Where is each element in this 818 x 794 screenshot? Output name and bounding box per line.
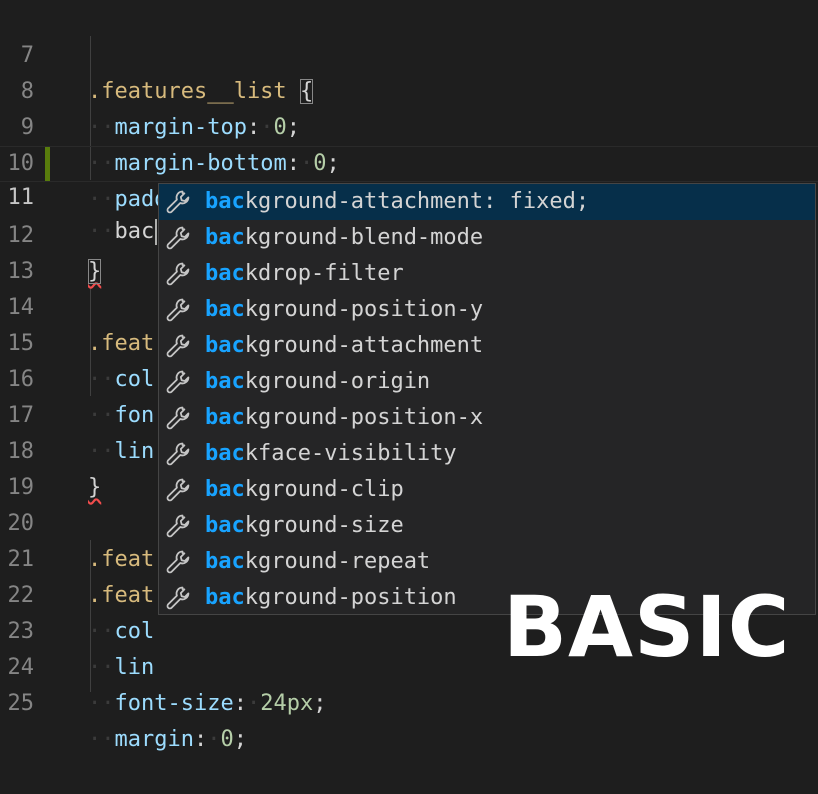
suggestion-item[interactable]: backdrop-filter: [159, 256, 815, 292]
suggestion-match: bac: [205, 513, 245, 538]
code-editor[interactable]: 7 .features__list { 8 ··margin-top:·0; 9…: [0, 0, 818, 752]
css-value: 24px: [260, 691, 314, 716]
wrench-icon: [165, 477, 191, 503]
suggestion-match: bac: [205, 585, 245, 610]
suggestion-label: background-position: [205, 580, 457, 616]
code-line[interactable]: 8 ··margin-top:·0;: [0, 38, 818, 140]
suggestion-rest: kground-repeat: [244, 549, 431, 574]
suggestion-rest: kground-position-y: [244, 297, 484, 322]
suggestion-label: backdrop-filter: [205, 256, 404, 292]
suggestion-match: bac: [205, 189, 245, 214]
suggestion-match: bac: [205, 297, 245, 322]
wrench-icon: [165, 297, 191, 323]
suggestion-match: bac: [205, 549, 245, 574]
suggestion-match: bac: [205, 225, 245, 250]
suggestion-label: background-repeat: [205, 544, 430, 580]
wrench-icon: [165, 225, 191, 251]
suggestion-item[interactable]: background-origin: [159, 364, 815, 400]
suggestion-rest: kground-position-x: [244, 405, 484, 430]
css-property: font-size: [114, 691, 234, 716]
wrench-icon: [165, 441, 191, 467]
suggestion-item[interactable]: background-attachment: fixed;: [159, 184, 815, 220]
suggestion-label: backface-visibility: [205, 436, 457, 472]
suggestion-rest: kground-attachment: [244, 333, 484, 358]
suggestion-label: background-blend-mode: [205, 220, 483, 256]
suggestion-item[interactable]: background-position-y: [159, 292, 815, 328]
suggestion-item[interactable]: background-size: [159, 508, 815, 544]
suggestion-item[interactable]: backface-visibility: [159, 436, 815, 472]
line-number: 25: [7, 691, 35, 716]
suggestion-item[interactable]: background-repeat: [159, 544, 815, 580]
suggestion-label: background-position-y: [205, 292, 483, 328]
suggestion-rest: kground-size: [244, 513, 404, 538]
suggestion-rest: kface-visibility: [244, 441, 457, 466]
suggestion-label: background-origin: [205, 364, 430, 400]
css-property: margin: [114, 727, 194, 752]
suggestion-item[interactable]: background-attachment: [159, 328, 815, 364]
suggestion-label: background-attachment: fixed;: [205, 184, 589, 220]
code-line-current[interactable]: 11 ··bac: [0, 146, 818, 245]
wrench-icon: [165, 189, 191, 215]
suggestion-label: background-size: [205, 508, 404, 544]
suggestion-match: bac: [205, 477, 245, 502]
suggestion-match: bac: [205, 405, 245, 430]
code-line[interactable]: 9 ··margin-bottom:·0;: [0, 74, 818, 176]
suggestion-rest: kground-attachment: fixed;: [244, 189, 590, 214]
suggestion-label: background-clip: [205, 472, 404, 508]
suggestion-match: bac: [205, 441, 245, 466]
suggestion-item[interactable]: background-clip: [159, 472, 815, 508]
suggestion-match: bac: [205, 261, 245, 286]
wrench-icon: [165, 405, 191, 431]
suggestion-label: background-attachment: [205, 328, 483, 364]
css-value: 0: [220, 727, 234, 752]
wrench-icon: [165, 585, 191, 611]
wrench-icon: [165, 333, 191, 359]
suggestion-item[interactable]: background-position-x: [159, 400, 815, 436]
wrench-icon: [165, 369, 191, 395]
wrench-icon: [165, 513, 191, 539]
suggestion-label: background-position-x: [205, 400, 483, 436]
suggestion-match: bac: [205, 369, 245, 394]
suggestion-rest: kdrop-filter: [244, 261, 404, 286]
wrench-icon: [165, 261, 191, 287]
suggestion-match: bac: [205, 333, 245, 358]
suggestion-rest: kground-blend-mode: [244, 225, 484, 250]
basic-badge: BASIC: [503, 578, 791, 676]
code-line[interactable]: 10 ··padding-left:·26px;: [0, 110, 818, 212]
suggestion-rest: kground-origin: [244, 369, 431, 394]
suggestion-rest: kground-position: [244, 585, 457, 610]
code-line[interactable]: 7 .features__list {: [0, 2, 818, 104]
suggestion-item[interactable]: background-blend-mode: [159, 220, 815, 256]
autocomplete-suggestion-list[interactable]: background-attachment: fixed; background-…: [158, 183, 816, 615]
wrench-icon: [165, 549, 191, 575]
suggestion-rest: kground-clip: [244, 477, 404, 502]
